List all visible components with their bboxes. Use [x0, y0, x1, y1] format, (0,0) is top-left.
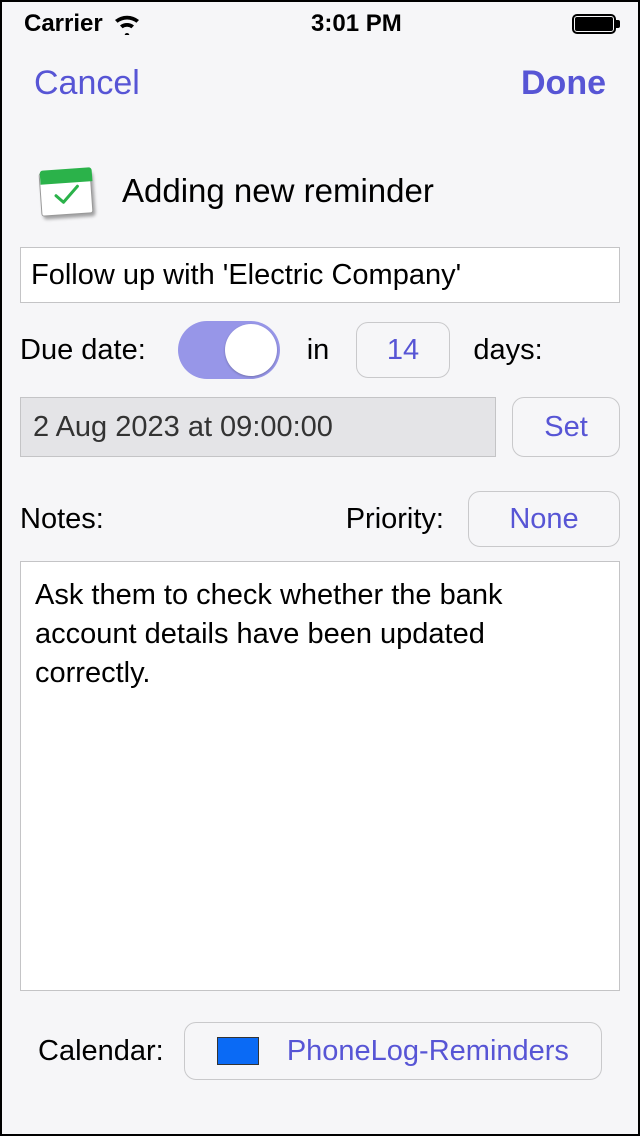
notes-label: Notes: — [20, 503, 104, 536]
calendar-row: Calendar: PhoneLog-Reminders — [2, 996, 638, 1080]
due-date-label: Due date: — [20, 334, 160, 367]
battery-icon — [572, 14, 616, 34]
priority-button[interactable]: None — [468, 491, 620, 547]
in-label: in — [298, 334, 338, 367]
wifi-icon — [113, 13, 141, 35]
calendar-color-swatch — [217, 1037, 259, 1065]
calendar-name: PhoneLog-Reminders — [287, 1035, 569, 1068]
done-button[interactable]: Done — [521, 64, 606, 103]
set-button[interactable]: Set — [512, 397, 620, 457]
cancel-button[interactable]: Cancel — [34, 64, 140, 103]
days-label: days: — [468, 334, 548, 367]
header-row: Adding new reminder — [2, 133, 638, 247]
priority-group: Priority: None — [346, 491, 620, 547]
days-input[interactable] — [356, 322, 450, 378]
status-left: Carrier — [24, 10, 141, 38]
notes-textarea[interactable] — [20, 561, 620, 991]
reminder-app-icon — [34, 163, 98, 219]
datetime-row: 2 Aug 2023 at 09:00:00 Set — [20, 397, 620, 457]
status-time: 3:01 PM — [311, 10, 402, 38]
status-bar: Carrier 3:01 PM — [2, 2, 638, 46]
carrier-label: Carrier — [24, 10, 103, 38]
calendar-picker-button[interactable]: PhoneLog-Reminders — [184, 1022, 602, 1080]
due-date-toggle[interactable] — [178, 321, 280, 379]
page-title: Adding new reminder — [122, 172, 434, 210]
reminder-title-input[interactable] — [20, 247, 620, 303]
notes-priority-row: Notes: Priority: None — [20, 491, 620, 547]
nav-bar: Cancel Done — [2, 46, 638, 133]
datetime-display: 2 Aug 2023 at 09:00:00 — [20, 397, 496, 457]
calendar-label: Calendar: — [38, 1035, 164, 1068]
app-screen: Carrier 3:01 PM Cancel Done Ad — [0, 0, 640, 1136]
due-date-row: Due date: in days: — [20, 303, 620, 393]
priority-label: Priority: — [346, 503, 444, 536]
form-section: Due date: in days: 2 Aug 2023 at 09:00:0… — [2, 247, 638, 996]
